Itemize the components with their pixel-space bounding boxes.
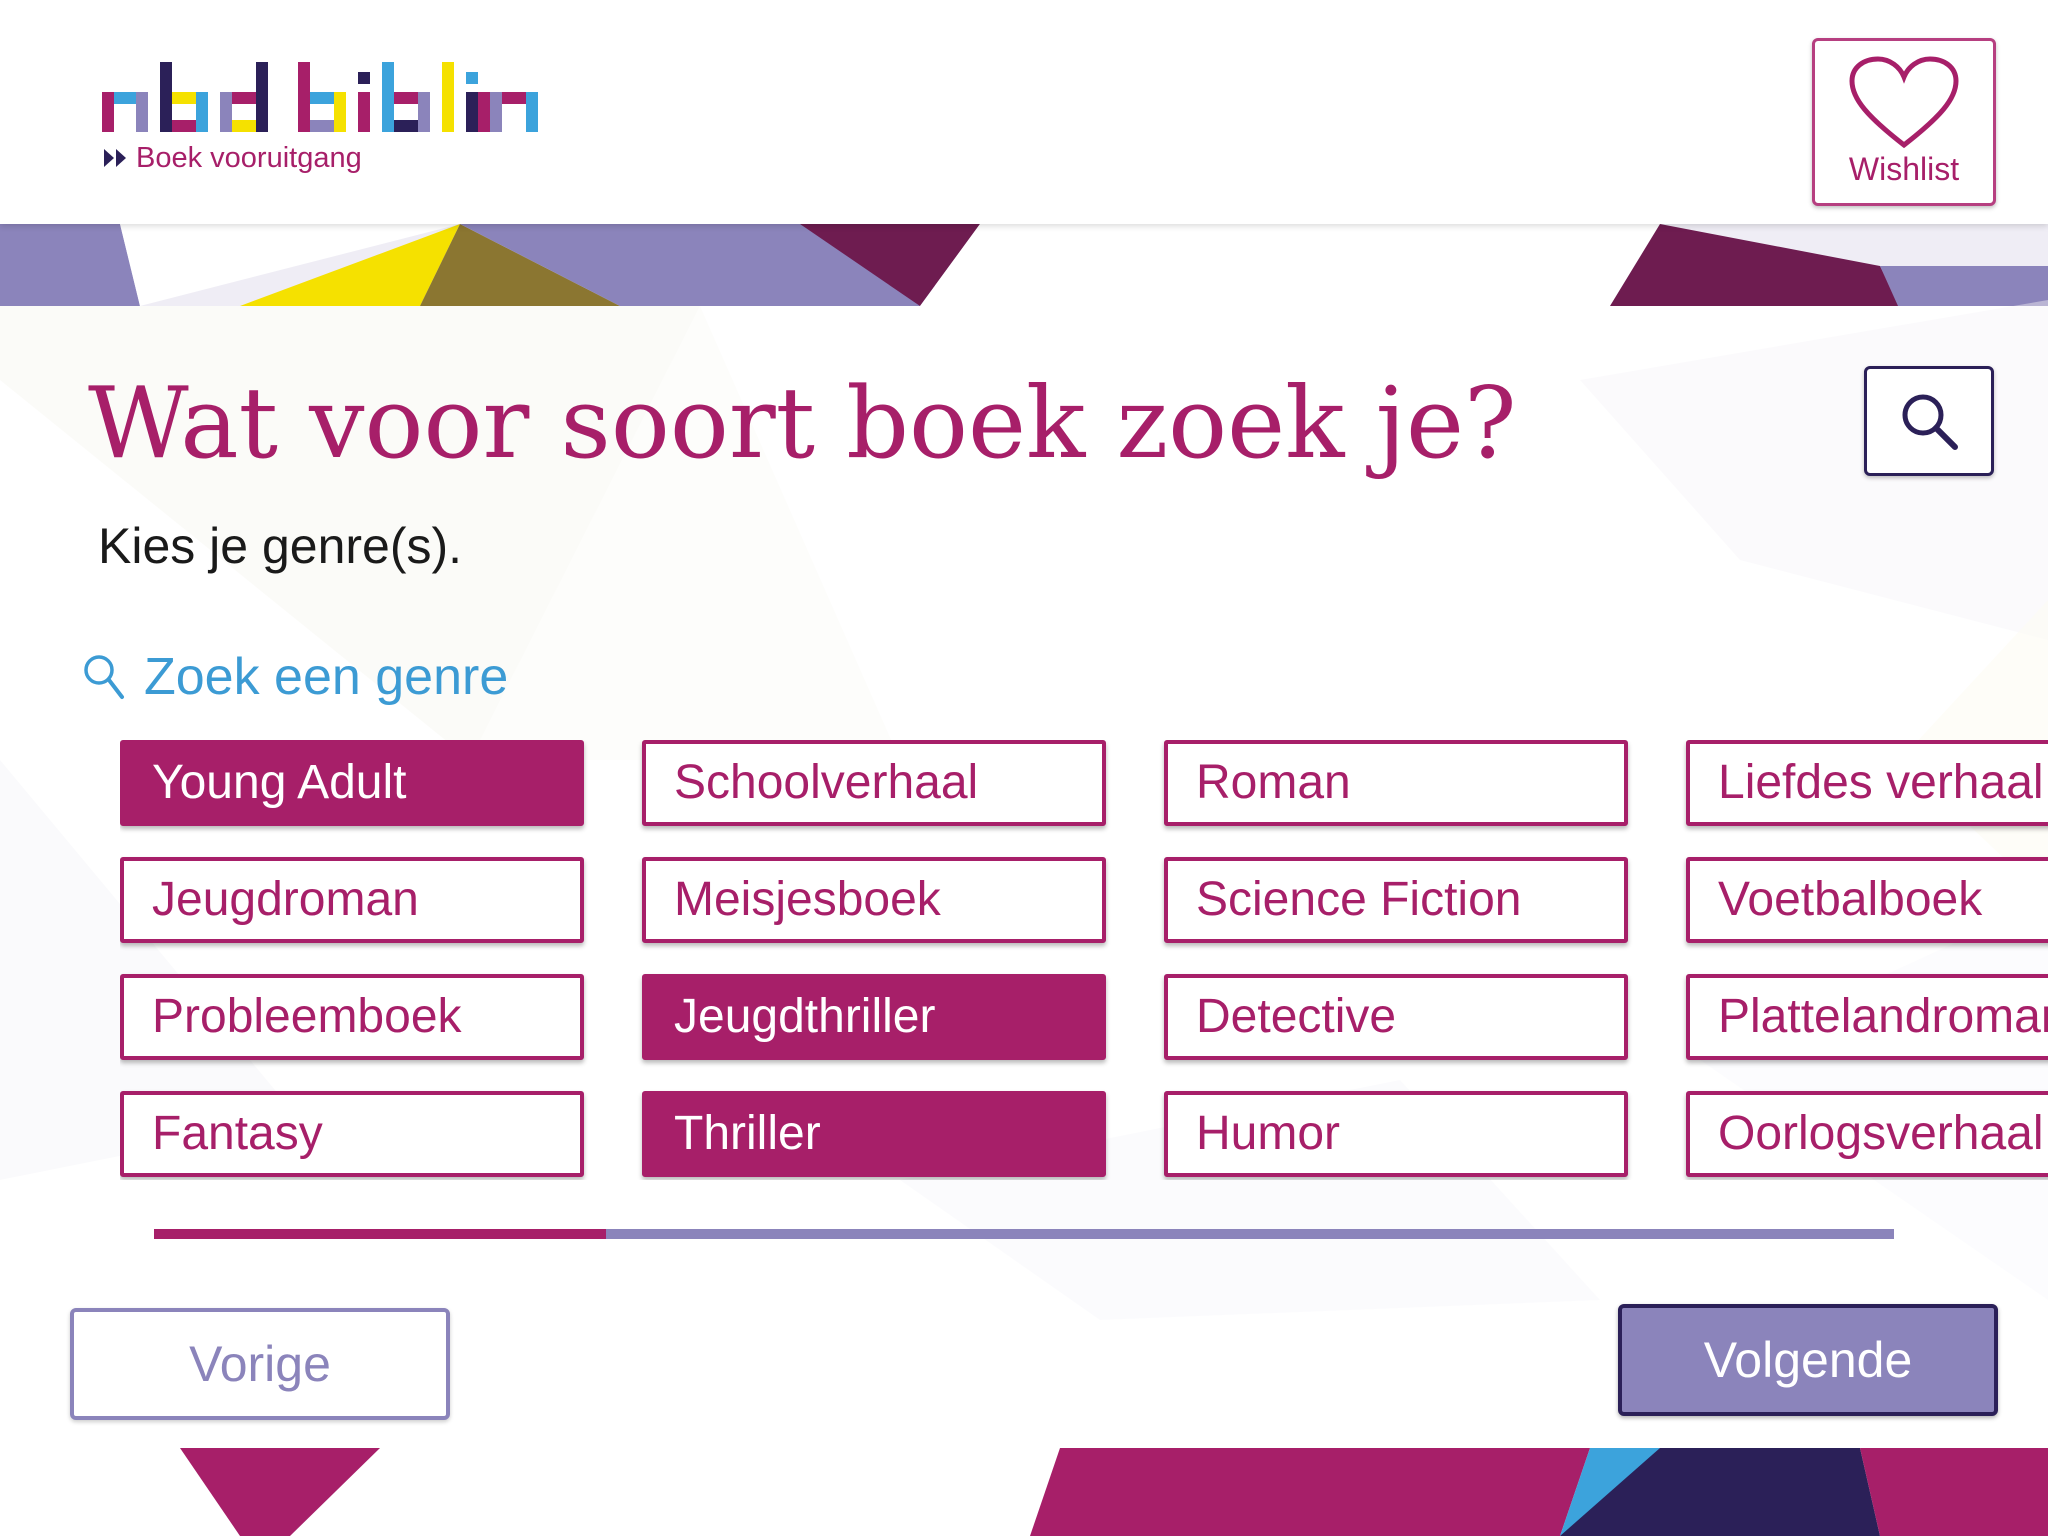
genre-button[interactable]: Young Adult: [120, 740, 584, 826]
genre-button[interactable]: Oorlogsverhaal: [1686, 1091, 2048, 1177]
genre-label: Roman: [1196, 756, 1351, 809]
genre-button[interactable]: Humor: [1164, 1091, 1628, 1177]
genre-label: Jeugdroman: [152, 873, 419, 926]
genre-label: Plattelandroman: [1718, 990, 2048, 1043]
genre-label: Schoolverhaal: [674, 756, 979, 809]
genre-label: Fantasy: [152, 1107, 323, 1160]
genre-label: Detective: [1196, 990, 1397, 1043]
genre-button[interactable]: Science Fiction: [1164, 857, 1628, 943]
genre-button[interactable]: Jeugdthriller: [642, 974, 1106, 1060]
genre-button[interactable]: Liefdes verhaal: [1686, 740, 2048, 826]
previous-button-label: Vorige: [189, 1336, 331, 1392]
genre-label: Science Fiction: [1196, 873, 1522, 926]
tagline: Boek vooruitgang: [104, 140, 362, 176]
genre-label: Voetbalboek: [1718, 873, 1983, 926]
page-subtitle: Kies je genre(s).: [98, 518, 463, 574]
genre-label: Jeugdthriller: [674, 990, 936, 1043]
genre-label: Meisjesboek: [674, 873, 941, 926]
genre-label: Young Adult: [152, 756, 407, 809]
magnifier-icon: [84, 655, 124, 699]
genre-label: Probleemboek: [152, 990, 462, 1043]
genre-search-field[interactable]: Zoek een genre: [82, 642, 508, 712]
next-button-label: Volgende: [1703, 1332, 1913, 1388]
nbd-biblion-logo: [102, 62, 538, 132]
genre-button[interactable]: Detective: [1164, 974, 1628, 1060]
double-chevron-right-icon: [104, 149, 126, 167]
tagline-text: Boek vooruitgang: [136, 141, 362, 174]
genre-search-placeholder: Zoek een genre: [144, 648, 509, 706]
genre-button[interactable]: Roman: [1164, 740, 1628, 826]
page-title: Wat voor soort boek zoek je?: [88, 367, 1517, 481]
progress-bar: [154, 1229, 1894, 1239]
next-button[interactable]: Volgende: [1618, 1304, 1998, 1416]
previous-button[interactable]: Vorige: [70, 1308, 450, 1420]
genre-label: Humor: [1196, 1107, 1341, 1160]
wishlist-label: Wishlist: [1848, 151, 1960, 187]
genre-button[interactable]: Fantasy: [120, 1091, 584, 1177]
search-button[interactable]: [1864, 366, 1994, 476]
progress-fill: [154, 1229, 607, 1239]
wishlist-button[interactable]: Wishlist: [1812, 38, 1996, 206]
genre-selection-screen: Boek vooruitgang Wishlist Wat voor soort…: [0, 0, 2048, 1536]
genre-button[interactable]: Jeugdroman: [120, 857, 584, 943]
heart-icon: [1849, 56, 1959, 149]
genre-label: Thriller: [674, 1107, 821, 1160]
genre-label: Liefdes verhaal: [1718, 756, 2044, 809]
app-header: Boek vooruitgang Wishlist: [0, 0, 2048, 224]
magnifier-icon: [1902, 394, 1958, 450]
genre-grid: Young Adult Schoolverhaal Roman Liefdes ver…: [120, 740, 2048, 1180]
genre-button[interactable]: Plattelandroman: [1686, 974, 2048, 1060]
genre-button[interactable]: Meisjesboek: [642, 857, 1106, 943]
genre-button[interactable]: Thriller: [642, 1091, 1106, 1177]
main-content: Wat voor soort boek zoek je? Kies je gen…: [0, 0, 2048, 1536]
genre-button[interactable]: Probleemboek: [120, 974, 584, 1060]
genre-button[interactable]: Schoolverhaal: [642, 740, 1106, 826]
genre-button[interactable]: Voetbalboek: [1686, 857, 2048, 943]
genre-label: Oorlogsverhaal: [1718, 1107, 2044, 1160]
